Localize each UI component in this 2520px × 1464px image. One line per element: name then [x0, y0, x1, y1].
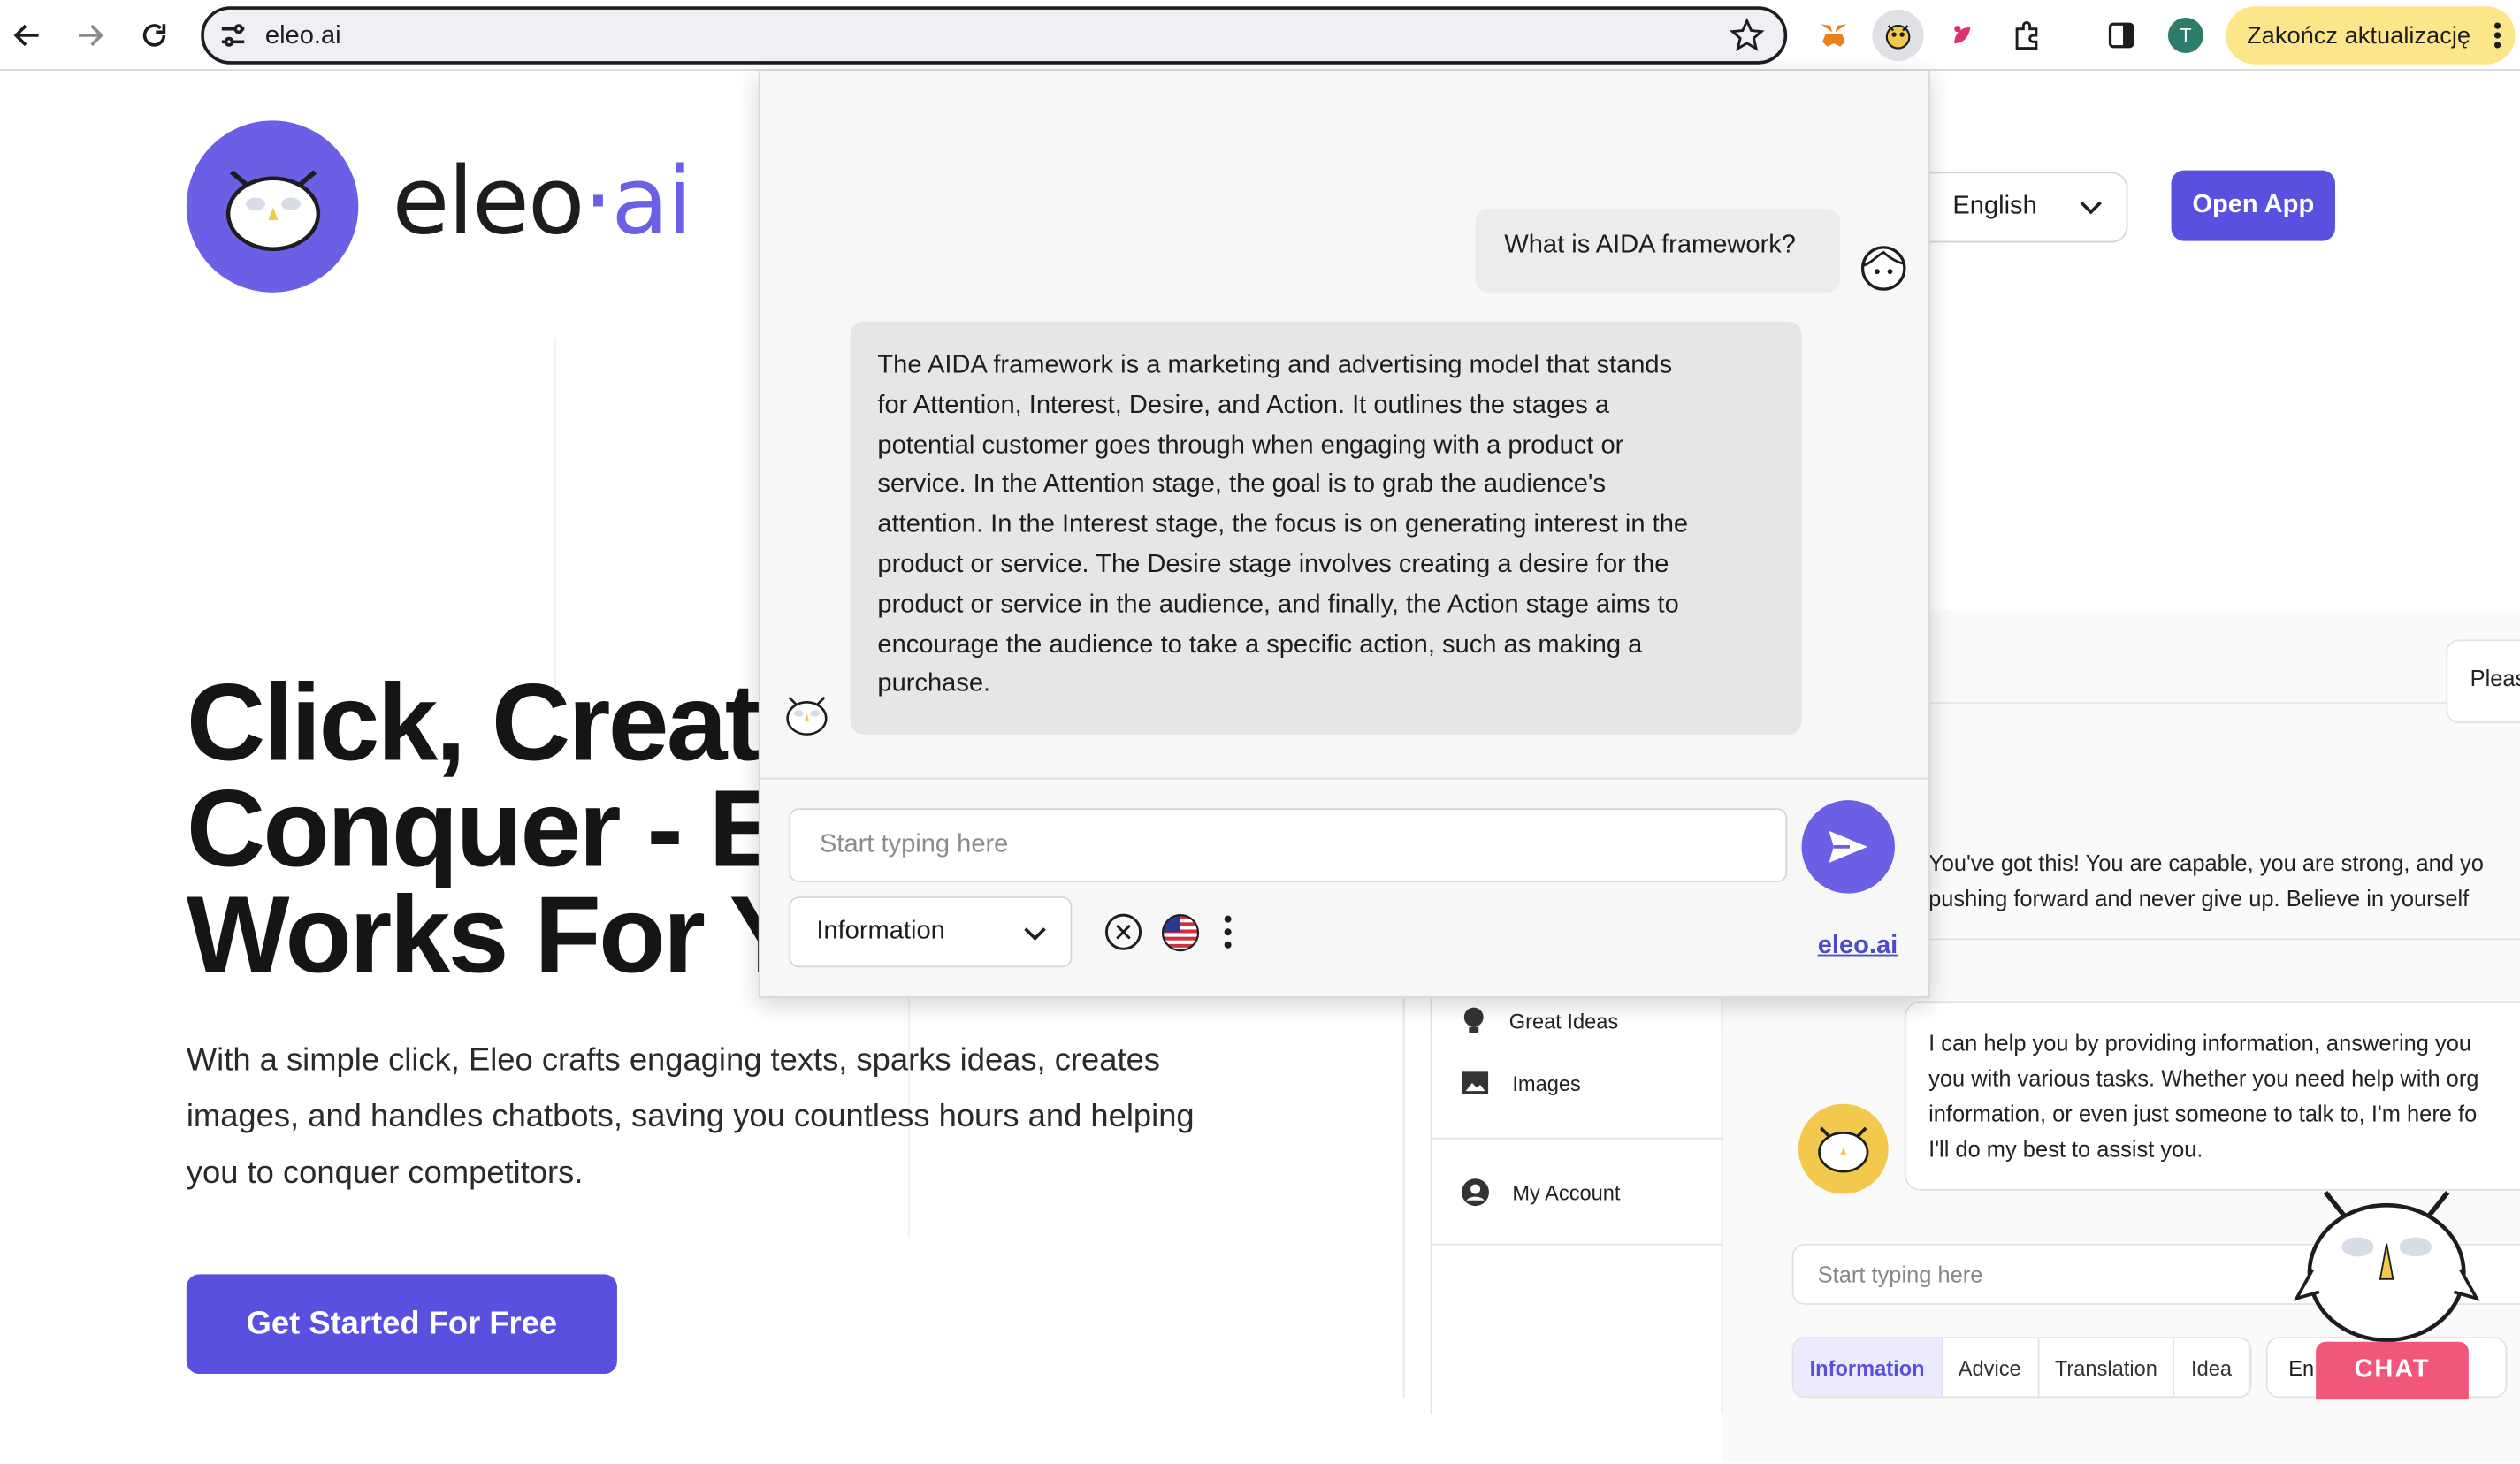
- preview-ai-line: I'll do my best to assist you.: [1928, 1136, 2203, 1163]
- preview-divider: [1928, 702, 2520, 705]
- preview-ai-line: I can help you by providing information,…: [1928, 1030, 2472, 1056]
- screen: eleo.ai T Zakończ aktualizację eleo·ai E…: [0, 0, 2520, 1464]
- tab-idea[interactable]: Idea: [2175, 1338, 2250, 1397]
- bot-owl-avatar-icon: [786, 696, 828, 736]
- hero-title: Click, Create Conquer - E Works For Yo: [186, 661, 859, 996]
- url-text[interactable]: eleo.ai: [265, 22, 341, 51]
- preview-ai-line: you with various tasks. Whether you need…: [1928, 1065, 2479, 1092]
- bot-message-line: attention. In the Interest stage, the fo…: [877, 511, 1689, 539]
- sidebar-item-label: Great Ideas: [1508, 1008, 1619, 1033]
- sidebar-item-my-account[interactable]: My Account: [1461, 1178, 1621, 1207]
- bot-message-bubble: The AIDA framework is a marketing and ad…: [850, 321, 1802, 735]
- us-flag-icon[interactable]: [1160, 912, 1200, 952]
- logo-wordmark[interactable]: eleo·ai: [392, 146, 692, 255]
- bot-message-line: The AIDA framework is a marketing and ad…: [877, 352, 1673, 379]
- user-avatar-icon: [1860, 246, 1906, 291]
- message-input[interactable]: Start typing here: [789, 808, 1788, 882]
- tab-translation[interactable]: Translation: [2039, 1338, 2175, 1397]
- sidebar-divider: [1432, 1137, 1723, 1140]
- bot-message-line: product or service in the audience, and …: [877, 591, 1679, 619]
- update-label: Zakończ aktualizację: [2247, 21, 2471, 50]
- bot-message-line: encourage the audience to take a specifi…: [877, 630, 1643, 659]
- bot-message-line: potential customer goes through when eng…: [877, 431, 1624, 460]
- mode-select[interactable]: Information: [789, 896, 1073, 968]
- get-started-button[interactable]: Get Started For Free: [186, 1274, 617, 1375]
- profile-avatar[interactable]: T: [2160, 10, 2211, 61]
- site-settings-icon[interactable]: [217, 19, 248, 51]
- hero-line: Conquer - E: [186, 767, 782, 890]
- eleo-extension-popup: What is AIDA framework? The AIDA framewo…: [758, 70, 1930, 998]
- chevron-down-icon: [2080, 201, 2102, 215]
- more-options-icon[interactable]: [1217, 912, 1239, 951]
- extensions-puzzle-icon[interactable]: [2001, 10, 2052, 61]
- chat-widget-button[interactable]: CHAT: [2316, 1341, 2469, 1400]
- logo-dot: ·: [583, 146, 614, 255]
- logo-text: eleo: [392, 146, 584, 255]
- send-button[interactable]: [1801, 800, 1895, 894]
- bot-message-line: product or service. The Desire stage inv…: [877, 551, 1669, 579]
- popup-divider: [760, 777, 1929, 780]
- send-icon: [1829, 830, 1868, 864]
- hero-line: Works For Yo: [186, 873, 859, 996]
- preview-ai-bubble: I can help you by providing information,…: [1904, 1001, 2520, 1191]
- metamask-extension-icon[interactable]: [1808, 10, 1859, 61]
- tab-information[interactable]: Information: [1793, 1338, 1943, 1397]
- open-app-button[interactable]: Open App: [2171, 170, 2335, 241]
- kebab-menu-icon[interactable]: [2493, 21, 2502, 50]
- account-icon: [1462, 1178, 1490, 1207]
- mode-label: Information: [816, 917, 945, 945]
- address-bar[interactable]: eleo.ai: [201, 6, 1788, 65]
- preview-ai-line: information, or even just someone to tal…: [1928, 1101, 2478, 1127]
- pink-extension-icon[interactable]: [1936, 10, 1988, 61]
- language-label: English: [1952, 193, 2037, 221]
- eleo-extension-icon[interactable]: [1872, 9, 1924, 62]
- bot-message-line: for Attention, Interest, Desire, and Act…: [877, 392, 1610, 420]
- preview-message-line: You've got this! You are capable, you ar…: [1928, 850, 2484, 876]
- eleo-logo-icon[interactable]: [186, 120, 359, 293]
- preview-divider: [1928, 938, 2520, 941]
- profile-initial: T: [2167, 17, 2203, 53]
- browser-toolbar: eleo.ai T Zakończ aktualizację: [0, 0, 2520, 71]
- side-panel-icon[interactable]: [2096, 10, 2147, 61]
- logo-ai: ai: [611, 146, 692, 255]
- sidebar-divider: [1432, 1243, 1723, 1246]
- bot-message-line: service. In the Attention stage, the goa…: [877, 471, 1607, 499]
- lightbulb-icon: [1463, 1007, 1484, 1033]
- back-icon[interactable]: [4, 13, 50, 58]
- sidebar-item-label: Images: [1512, 1071, 1581, 1095]
- clear-chat-icon[interactable]: [1104, 912, 1143, 951]
- sidebar-item-label: My Account: [1512, 1180, 1621, 1205]
- tab-advice[interactable]: Advice: [1943, 1338, 2039, 1397]
- sidebar-item-great-ideas[interactable]: Great Ideas: [1461, 1006, 1618, 1035]
- preview-message-line: pushing forward and never give up. Belie…: [1928, 885, 2470, 911]
- hero-subtitle: With a simple click, Eleo crafts engagin…: [186, 1042, 1195, 1191]
- owl-avatar-icon: [1798, 1103, 1889, 1194]
- reload-icon[interactable]: [132, 13, 177, 58]
- hero-line: Click, Create: [186, 661, 820, 784]
- bookmark-star-icon[interactable]: [1729, 18, 1765, 53]
- mascot-owl-icon: [2293, 1190, 2480, 1343]
- preview-user-bubble: Pleas: [2446, 639, 2520, 723]
- image-icon: [1462, 1071, 1489, 1094]
- update-button[interactable]: Zakończ aktualizację: [2226, 6, 2516, 65]
- user-message-bubble: What is AIDA framework?: [1475, 209, 1841, 293]
- chevron-down-icon: [1024, 927, 1046, 942]
- grid-divider: [554, 337, 556, 691]
- preview-mode-tabs: Information Advice Translation Idea: [1791, 1337, 2251, 1399]
- sidebar-item-images[interactable]: Images: [1461, 1071, 1581, 1096]
- forward-icon[interactable]: [67, 13, 112, 58]
- bot-message-line: purchase.: [877, 670, 991, 698]
- preview-language-label: En: [2288, 1356, 2315, 1381]
- eleo-link[interactable]: eleo.ai: [1818, 932, 1898, 961]
